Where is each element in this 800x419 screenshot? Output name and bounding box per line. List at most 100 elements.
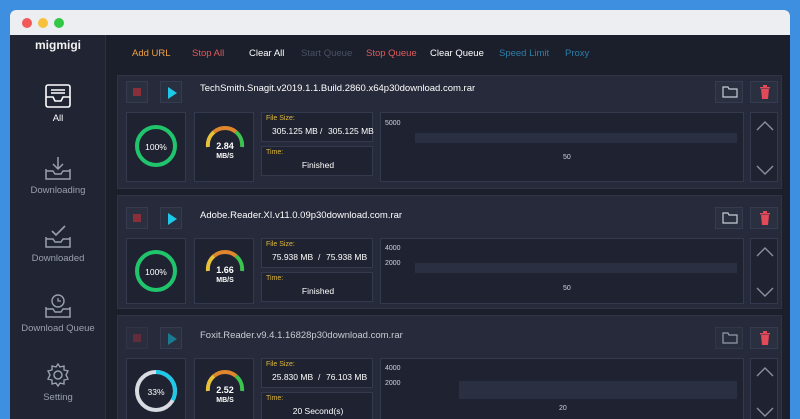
- total-size: 305.125 MB: [328, 126, 374, 136]
- time-label: Time:: [266, 275, 284, 282]
- proxy-button[interactable]: Proxy: [565, 48, 589, 59]
- chevron-up-icon[interactable]: [756, 367, 774, 377]
- file-size-label: File Size:: [266, 241, 295, 248]
- trash-icon: [760, 211, 770, 225]
- maximize-window-button[interactable]: [54, 18, 64, 28]
- stop-queue-button[interactable]: Stop Queue: [366, 48, 417, 59]
- file-size-panel: File Size: 25.830 MB / 76.103 MB: [261, 358, 373, 388]
- size-separator: /: [318, 252, 321, 262]
- speed-unit: MB/S: [216, 153, 234, 160]
- size-separator: /: [320, 126, 323, 136]
- minimize-window-button[interactable]: [38, 18, 48, 28]
- trash-icon: [760, 331, 770, 345]
- delete-button[interactable]: [750, 327, 778, 349]
- speed-chart: 4000 2000 20: [380, 358, 744, 419]
- speed-chart: 5000 50: [380, 112, 744, 182]
- open-folder-button[interactable]: [715, 81, 743, 103]
- stop-all-button[interactable]: Stop All: [192, 48, 224, 59]
- total-size: 76.103 MB: [326, 372, 368, 382]
- file-size-panel: File Size: 75.938 MB / 75.938 MB: [261, 238, 373, 268]
- chevron-down-icon[interactable]: [756, 287, 774, 297]
- play-button[interactable]: [160, 327, 182, 349]
- play-button[interactable]: [160, 81, 182, 103]
- progress-percent: 100%: [145, 142, 167, 152]
- add-url-button[interactable]: Add URL: [132, 48, 171, 59]
- trash-icon: [760, 85, 770, 99]
- play-button[interactable]: [160, 207, 182, 229]
- file-size-label: File Size:: [266, 361, 295, 368]
- chart-x-tick: 20: [559, 405, 567, 412]
- row-scroll[interactable]: [750, 112, 778, 182]
- chevron-up-icon[interactable]: [756, 121, 774, 131]
- file-size-panel: File Size: 305.125 MB / 305.125 MB: [261, 112, 374, 142]
- play-icon: [168, 333, 177, 345]
- time-value: 20 Second(s): [292, 406, 344, 416]
- sidebar-item-setting[interactable]: Setting: [10, 362, 106, 403]
- progress-panel: 100%: [126, 112, 186, 182]
- chevron-up-icon[interactable]: [756, 247, 774, 257]
- play-icon: [168, 87, 177, 99]
- app-body: migmigi All Downloading Downloaded Downl…: [10, 35, 790, 419]
- sidebar-item-label: Setting: [43, 392, 73, 403]
- downloaded-size: 75.938 MB: [272, 252, 314, 262]
- time-panel: Time: 20 Second(s): [261, 392, 373, 419]
- sidebar-item-label: All: [52, 113, 64, 124]
- progress-panel: 33%: [126, 358, 186, 419]
- speed-unit: MB/S: [216, 277, 234, 284]
- sidebar-item-label: Download Queue: [21, 323, 95, 334]
- time-label: Time:: [266, 395, 284, 402]
- speed-limit-button[interactable]: Speed Limit: [499, 48, 549, 59]
- progress-panel: 100%: [126, 238, 186, 304]
- downloaded-size: 305.125 MB: [272, 126, 318, 136]
- start-queue-button[interactable]: Start Queue: [301, 48, 352, 59]
- progress-percent: 33%: [147, 387, 165, 397]
- folder-icon: [722, 332, 738, 344]
- close-window-button[interactable]: [22, 18, 32, 28]
- file-size-label: File Size:: [266, 115, 295, 122]
- file-name: TechSmith.Snagit.v2019.1.1.Build.2860.x6…: [200, 83, 476, 94]
- speed-panel: 2.84 MB/S: [194, 112, 254, 182]
- row-scroll[interactable]: [750, 358, 778, 419]
- chart-y-tick: 2000: [385, 380, 401, 387]
- sidebar-item-label: Downloading: [30, 185, 86, 196]
- chart-area: [415, 133, 737, 143]
- clear-queue-button[interactable]: Clear Queue: [430, 48, 484, 59]
- sidebar: migmigi All Downloading Downloaded Downl…: [10, 35, 106, 419]
- clear-all-button[interactable]: Clear All: [249, 48, 284, 59]
- time-value: Finished: [301, 286, 335, 296]
- open-folder-button[interactable]: [715, 327, 743, 349]
- chevron-down-icon[interactable]: [756, 165, 774, 175]
- app-logo: migmigi: [34, 38, 81, 52]
- toolbar: Add URL Stop All Clear All Start Queue S…: [110, 39, 780, 69]
- time-panel: Time: Finished: [261, 146, 373, 176]
- chart-y-tick: 4000: [385, 245, 401, 252]
- speed-chart: 4000 2000 50: [380, 238, 744, 304]
- download-row: Foxit.Reader.v9.4.1.16828p30download.com…: [117, 315, 782, 419]
- speed-panel: 1.66 MB/S: [194, 238, 254, 304]
- delete-button[interactable]: [750, 207, 778, 229]
- row-scroll[interactable]: [750, 238, 778, 304]
- time-value: Finished: [301, 160, 335, 170]
- app-window: migmigi All Downloading Downloaded Downl…: [10, 10, 790, 419]
- stop-button[interactable]: [126, 327, 148, 349]
- open-folder-button[interactable]: [715, 207, 743, 229]
- chart-y-tick: 4000: [385, 365, 401, 372]
- stop-button[interactable]: [126, 207, 148, 229]
- file-name: Foxit.Reader.v9.4.1.16828p30download.com…: [200, 330, 403, 341]
- gear-icon: [46, 362, 70, 388]
- file-name: Adobe.Reader.XI.v11.0.09p30download.com.…: [200, 210, 403, 221]
- total-size: 75.938 MB: [326, 252, 368, 262]
- sidebar-item-all[interactable]: All: [10, 83, 106, 124]
- sidebar-item-download-queue[interactable]: Download Queue: [10, 293, 106, 334]
- delete-button[interactable]: [750, 81, 778, 103]
- time-label: Time:: [266, 149, 284, 156]
- stop-button[interactable]: [126, 81, 148, 103]
- download-row: TechSmith.Snagit.v2019.1.1.Build.2860.x6…: [117, 75, 782, 189]
- sidebar-item-downloading[interactable]: Downloading: [10, 155, 106, 196]
- title-bar: [10, 10, 790, 35]
- sidebar-item-downloaded[interactable]: Downloaded: [10, 223, 106, 264]
- downloaded-size: 25.830 MB: [272, 372, 314, 382]
- chevron-down-icon[interactable]: [756, 407, 774, 417]
- speed-value: 1.66: [216, 265, 234, 275]
- folder-icon: [722, 86, 738, 98]
